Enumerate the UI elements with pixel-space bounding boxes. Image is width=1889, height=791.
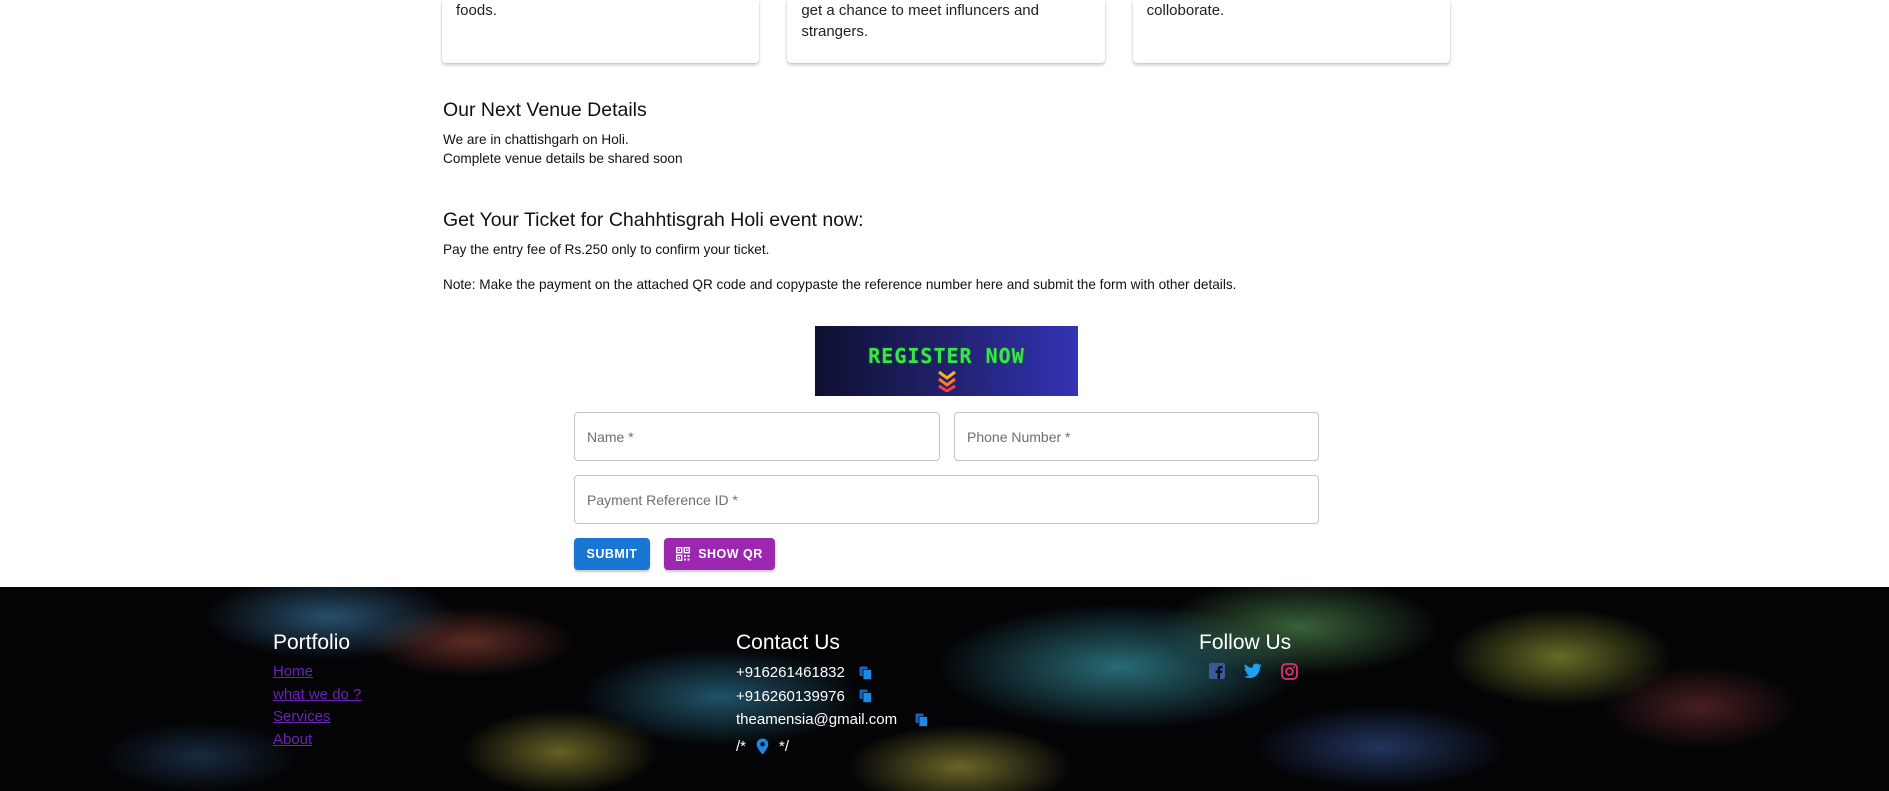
contact-phone-row: +916260139976 xyxy=(736,685,928,709)
name-input[interactable] xyxy=(575,413,939,460)
feature-card: foods. xyxy=(442,0,760,63)
instagram-icon[interactable] xyxy=(1281,663,1298,680)
site-footer: Portfolio Home what we do ? Services Abo… xyxy=(0,587,1889,791)
chevrons-down-icon xyxy=(938,370,956,392)
copy-icon[interactable] xyxy=(859,666,872,680)
contact-email: theamensia@gmail.com xyxy=(736,711,898,729)
comment-close: */ xyxy=(779,737,790,755)
facebook-icon[interactable] xyxy=(1209,663,1225,679)
submit-button[interactable]: SUBMIT xyxy=(574,538,650,570)
ticket-heading: Get Your Ticket for Chahhtisgrah Holi ev… xyxy=(443,209,864,231)
social-links xyxy=(1199,663,1298,680)
location-pin-icon[interactable] xyxy=(756,738,769,755)
copy-icon[interactable] xyxy=(915,713,929,727)
phone-field[interactable] xyxy=(954,412,1319,461)
footer-link-services[interactable]: Services xyxy=(273,706,361,729)
venue-line: We are in chattishgarh on Holi. xyxy=(443,132,629,147)
footer-follow-heading: Follow Us xyxy=(1199,631,1292,654)
feature-card-text: colloborate. xyxy=(1146,2,1225,19)
venue-line: Complete venue details be shared soon xyxy=(443,151,683,166)
feature-card: colloborate. xyxy=(1132,0,1450,63)
venue-heading: Our Next Venue Details xyxy=(443,99,647,121)
feature-card-text: foods. xyxy=(456,2,497,19)
footer-portfolio-column: Portfolio Home what we do ? Services Abo… xyxy=(273,631,361,751)
contact-phone: +916261461832 xyxy=(736,664,845,682)
show-qr-button-label: SHOW QR xyxy=(698,547,763,561)
footer-link-what-we-do[interactable]: what we do ? xyxy=(273,684,361,707)
phone-input[interactable] xyxy=(955,413,1318,460)
show-qr-button[interactable]: SHOW QR xyxy=(664,538,775,570)
payment-reference-field[interactable] xyxy=(574,475,1319,524)
feature-card-text: get a chance to meet influncers and stra… xyxy=(801,2,1039,40)
contact-phone: +916260139976 xyxy=(736,687,845,705)
qr-code-icon xyxy=(676,547,691,561)
comment-open: /* xyxy=(736,737,747,755)
feature-card: get a chance to meet influncers and stra… xyxy=(787,0,1105,63)
footer-portfolio-heading: Portfolio xyxy=(273,631,351,654)
footer-link-about[interactable]: About xyxy=(273,729,361,752)
location-row: /* */ xyxy=(736,738,928,755)
name-field[interactable] xyxy=(574,412,940,461)
copy-icon[interactable] xyxy=(859,689,872,704)
footer-contact-column: Contact Us +916261461832 +916260139976 t… xyxy=(736,631,929,755)
ticket-note-text: Note: Make the payment on the attached Q… xyxy=(443,277,1237,292)
contact-email-row: theamensia@gmail.com xyxy=(736,708,929,732)
register-now-banner: REGISTER NOW xyxy=(815,326,1078,396)
footer-link-home[interactable]: Home xyxy=(273,661,361,684)
footer-contact-heading: Contact Us xyxy=(736,631,840,654)
contact-phone-row: +916261461832 xyxy=(736,661,928,685)
footer-follow-column: Follow Us xyxy=(1199,631,1298,680)
features-cards: foods. get a chance to meet influncers a… xyxy=(442,0,1450,63)
ticket-fee-text: Pay the entry fee of Rs.250 only to conf… xyxy=(443,242,770,257)
payment-reference-input[interactable] xyxy=(575,476,1318,523)
submit-button-label: SUBMIT xyxy=(586,547,638,561)
twitter-icon[interactable] xyxy=(1244,663,1262,679)
banner-text: REGISTER NOW xyxy=(868,344,1025,368)
